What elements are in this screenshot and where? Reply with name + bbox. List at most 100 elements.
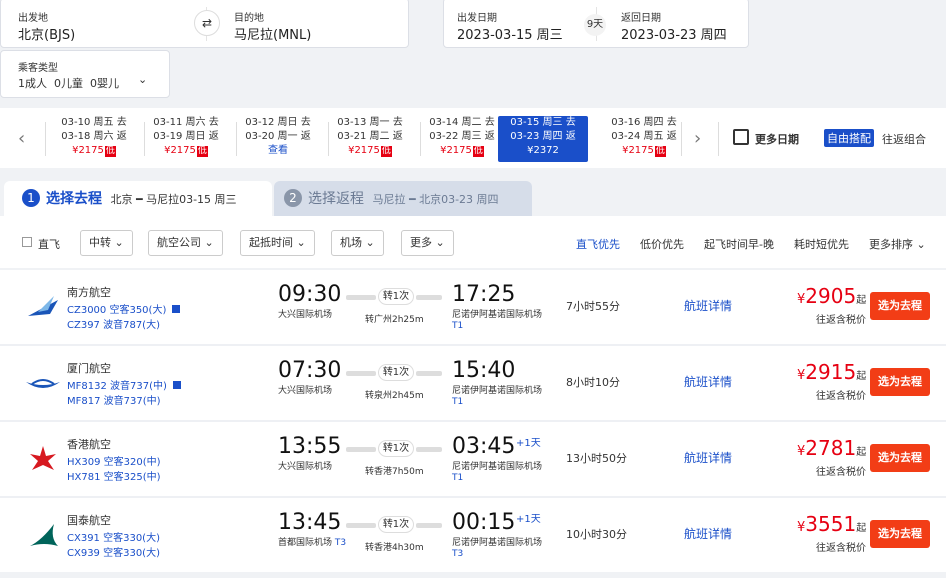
flight-detail-link[interactable]: 航班详情 [684,449,732,466]
filter-label: 中转 [89,236,111,249]
departure-time: 13:45 [278,510,342,535]
flight-detail-link[interactable]: 航班详情 [684,297,732,314]
dep-terminal: T3 [334,538,347,548]
filter-airline[interactable]: 航空公司 ⌄ [148,230,223,256]
sort-price[interactable]: 低价优先 [640,236,684,252]
trip-tabs: 1 选择去程 北京 ━ 马尼拉03-15 周三 2 选择返程 马尼拉 ━ 北京03-… [0,181,946,217]
divider [328,122,329,156]
transfer-badge[interactable]: 转1次 [378,364,414,381]
sort-duration[interactable]: 耗时短优先 [794,236,849,252]
chevron-down-icon: ⌄ [114,236,124,249]
flight-number[interactable]: CX391 空客330(大) [67,529,160,544]
flight-number[interactable]: CX939 空客330(大) [67,544,160,559]
airline-name: 南方航空 [67,286,111,299]
date-option[interactable]: 03-11 周六 去 03-19 周日 返 ¥2175 低 [142,116,230,162]
from-label: 出发地 [18,13,48,24]
price-suffix: 起 [856,447,867,458]
flight-detail-link[interactable]: 航班详情 [684,373,732,390]
filter-time[interactable]: 起抵时间 ⌄ [240,230,315,256]
flight-row[interactable]: 南方航空 CZ3000 空客350(大) CZ397 波音787(大) 09:30 大兴… [0,270,946,344]
tab-route: 北京 ━ 马尼拉03-15 周三 [110,193,237,206]
flight-number[interactable]: HX781 空客325(中) [67,468,161,483]
return-field[interactable]: 2023-03-23 周四 [621,24,727,43]
flight-row[interactable]: 香港航空 HX309 空客320(中) HX781 空客325(中) 13:55 大兴国… [0,422,946,496]
transfer-badge[interactable]: 转1次 [378,516,414,533]
date-go: 03-13 周一 去 [337,117,403,128]
tab-title: 选择去程 [46,191,102,207]
chevron-down-icon: ⌄ [916,238,926,251]
depart-field[interactable]: 2023-03-15 周三 [457,24,563,43]
free-combo-label[interactable]: 往返组合 [882,131,926,147]
tab-return[interactable]: 2 选择返程 马尼拉 ━ 北京03-23 周四 [274,181,532,217]
info-icon[interactable] [172,381,181,389]
select-outbound-button[interactable]: 选为去程 [870,520,930,548]
chevron-down-icon: ⌄ [138,73,148,86]
free-combo-badge[interactable]: 自由搭配 [824,129,874,147]
flight-number[interactable]: CZ3000 空客350(大) [67,301,181,316]
arr-airport-name: 尼诺伊阿基诺国际机场 [452,538,543,548]
low-price-tag: 低 [472,146,484,157]
tax-note: 往返含税价 [816,467,866,478]
transfer-badge[interactable]: 转1次 [378,288,414,305]
low-price-tag: 低 [104,146,116,157]
filter-more[interactable]: 更多 ⌄ [401,230,454,256]
price-value: 3551 [805,512,857,536]
flight-row[interactable]: 国泰航空 CX391 空客330(大) CX939 空客330(大) 13:45 首都国… [0,498,946,572]
date-option[interactable]: 03-10 周五 去 03-18 周六 返 ¥2175 低 [50,116,138,162]
direct-checkbox[interactable] [22,237,32,247]
transfer-badge[interactable]: 转1次 [378,440,414,457]
filter-transfer[interactable]: 中转 ⌄ [80,230,133,256]
return-label: 返回日期 [621,13,661,24]
airline-name: 国泰航空 [67,514,111,527]
calendar-icon[interactable] [733,129,749,145]
tax-note: 往返含税价 [816,391,866,402]
prev-arrow-icon[interactable]: ‹ [18,128,25,149]
date-option[interactable]: 03-13 周一 去 03-21 周二 返 ¥2175 低 [326,116,414,162]
arr-terminal: T1 [452,321,464,331]
sort-departure[interactable]: 起飞时间早-晚 [704,236,774,252]
date-option[interactable]: 03-14 周二 去 03-22 周三 返 ¥2175 低 [418,116,506,162]
sort-label: 更多排序 [869,238,913,251]
date-go: 03-10 周五 去 [61,117,127,128]
price-value: 2781 [805,436,857,460]
to-field[interactable]: 马尼拉(MNL) [234,24,311,43]
flight-number[interactable]: MF8132 波音737(中) [67,377,181,392]
filter-airport[interactable]: 机场 ⌄ [331,230,384,256]
date-back: 03-19 周日 返 [153,131,219,142]
flight-number[interactable]: HX309 空客320(中) [67,453,161,468]
more-dates-link[interactable]: 更多日期 [755,131,799,147]
flight-number[interactable]: MF817 波音737(中) [67,392,161,407]
tab-outbound[interactable]: 1 选择去程 北京 ━ 马尼拉03-15 周三 [4,181,272,217]
direct-label[interactable]: 直飞 [38,236,60,252]
info-icon[interactable] [172,305,181,313]
airline-name: 厦门航空 [67,362,111,375]
arr-terminal: T1 [452,473,464,483]
arr-airport-name: 尼诺伊阿基诺国际机场 [452,462,543,472]
from-field[interactable]: 北京(BJS) [18,24,75,43]
date-option[interactable]: 03-16 周四 去 03-24 周五 返 ¥2175 低 [600,116,688,162]
select-outbound-button[interactable]: 选为去程 [870,444,930,472]
swap-icon[interactable]: ⇄ [194,10,220,36]
flight-duration: 13小时50分 [566,452,627,465]
flight-row[interactable]: 厦门航空 MF8132 波音737(中) MF817 波音737(中) 07:30 大兴… [0,346,946,420]
divider [144,122,145,156]
airline-name: 香港航空 [67,438,111,451]
flight-duration: 8小时10分 [566,376,620,389]
price-suffix: 起 [856,523,867,534]
date-option[interactable]: 03-12 周日 去 03-20 周一 返查看 [234,116,322,162]
flight-number[interactable]: CZ397 波音787(大) [67,316,160,331]
sort-more[interactable]: 更多排序 ⌄ [869,236,926,252]
arrival-time: 17:25 [452,282,516,307]
departure-time: 09:30 [278,282,342,307]
arrival-airport: 尼诺伊阿基诺国际机场T1 [452,462,542,484]
date-back: 03-22 周三 返 [429,131,495,142]
select-outbound-button[interactable]: 选为去程 [870,368,930,396]
to-label: 目的地 [234,13,264,24]
passenger-box[interactable]: 乘客类型 1成人 0儿童 0婴儿 ⌄ [0,50,170,98]
sort-direct-first[interactable]: 直飞优先 [576,236,620,252]
next-arrow-icon[interactable]: › [694,128,701,149]
select-outbound-button[interactable]: 选为去程 [870,292,930,320]
flight-detail-link[interactable]: 航班详情 [684,525,732,542]
date-option[interactable]: 03-15 周三 去 03-23 周四 返 ¥2372 [498,116,588,162]
chevron-down-icon: ⌄ [435,236,445,249]
